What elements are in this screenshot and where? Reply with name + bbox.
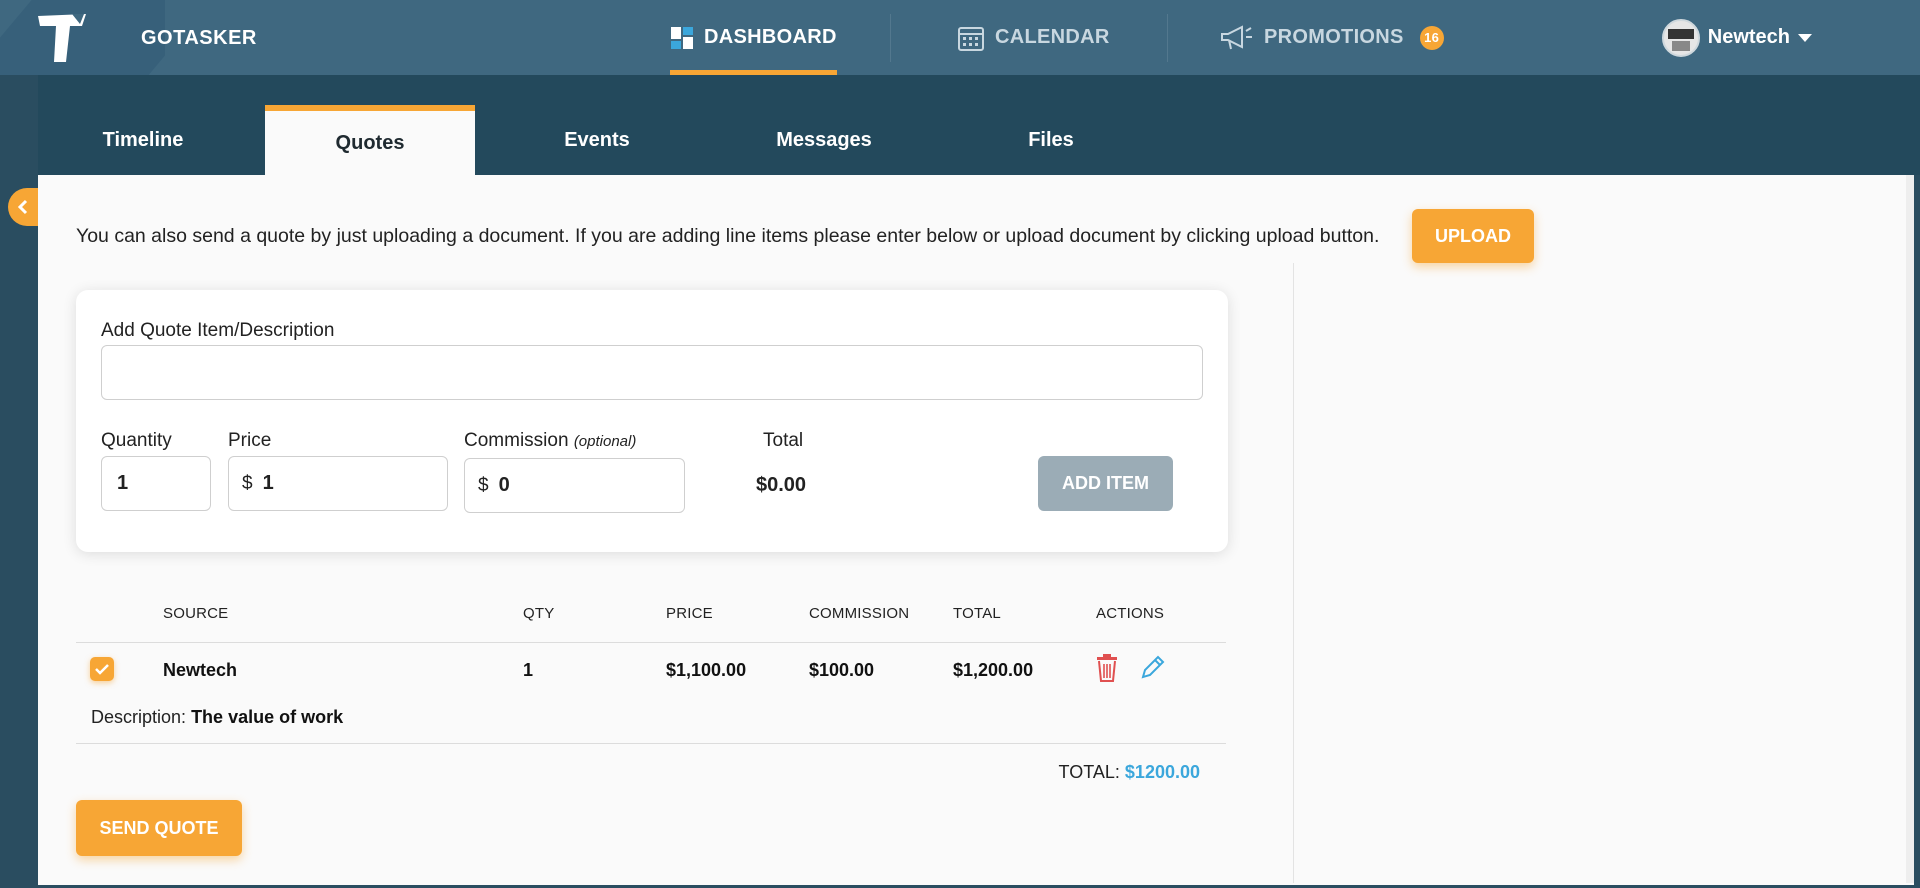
- promotions-count-badge: 16: [1419, 25, 1444, 50]
- top-nav: GOTASKER DASHBOARD CALENDAR PROMOTIONS 1…: [0, 0, 1920, 75]
- commission-value: 0: [498, 474, 510, 496]
- grand-total: TOTAL: $1200.00: [1059, 762, 1200, 783]
- row-total: $1,200.00: [953, 660, 1034, 680]
- nav-promotions-label: PROMOTIONS: [1264, 26, 1404, 48]
- nav-divider: [890, 14, 891, 62]
- tab-timeline[interactable]: Timeline: [38, 105, 248, 175]
- scrollbar[interactable]: [1906, 175, 1914, 883]
- commission-currency: $: [478, 474, 489, 496]
- nav-dashboard-label: DASHBOARD: [704, 26, 837, 48]
- user-name: Newtech: [1707, 26, 1790, 48]
- chevron-down-icon: [1798, 33, 1812, 42]
- col-header-qty: QTY: [523, 605, 555, 622]
- item-description-label: Add Quote Item/Description: [101, 320, 335, 341]
- tab-messages[interactable]: Messages: [719, 105, 929, 175]
- brand-name: GOTASKER: [141, 27, 257, 49]
- tab-files[interactable]: Files: [946, 105, 1156, 175]
- chevron-left-icon: [17, 199, 28, 215]
- commission-optional-hint: (optional): [573, 433, 637, 450]
- quantity-input[interactable]: 1: [101, 456, 211, 511]
- row-commission: $100.00: [809, 660, 875, 680]
- nav-calendar[interactable]: CALENDAR: [957, 0, 1110, 75]
- price-label: Price: [228, 430, 272, 451]
- price-value: 1: [262, 472, 274, 494]
- divider: [1293, 263, 1294, 883]
- col-header-actions: ACTIONS: [1096, 605, 1165, 622]
- col-header-commission: COMMISSION: [809, 605, 910, 622]
- edit-pencil-icon[interactable]: [1139, 653, 1165, 683]
- user-menu[interactable]: Newtech: [1661, 0, 1812, 75]
- grand-total-label: TOTAL:: [1058, 762, 1120, 782]
- row-description-label: Description:: [91, 707, 187, 727]
- avatar: [1661, 18, 1700, 57]
- divider: [76, 642, 1226, 643]
- price-input[interactable]: $ 1: [228, 456, 448, 511]
- quantity-value: 1: [117, 472, 129, 494]
- row-source: Newtech: [163, 660, 238, 680]
- col-header-price: PRICE: [666, 605, 713, 622]
- collapse-sidebar-button[interactable]: [8, 188, 38, 226]
- trash-icon[interactable]: [1094, 653, 1120, 683]
- gotasker-logo-icon: [38, 14, 86, 62]
- commission-label: Commission (optional): [464, 430, 636, 452]
- item-description-input[interactable]: [101, 345, 1203, 400]
- upload-button[interactable]: UPLOAD: [1412, 209, 1534, 263]
- nav-calendar-label: CALENDAR: [995, 26, 1110, 48]
- divider: [76, 743, 1226, 744]
- commission-input[interactable]: $ 0: [464, 458, 685, 513]
- col-header-source: SOURCE: [163, 605, 229, 622]
- calendar-icon: [958, 26, 984, 51]
- add-item-button[interactable]: ADD ITEM: [1038, 456, 1173, 511]
- upload-instructions: You can also send a quote by just upload…: [76, 225, 1380, 247]
- tab-quotes[interactable]: Quotes: [265, 105, 475, 175]
- row-qty: 1: [523, 660, 534, 680]
- megaphone-icon: [1221, 24, 1252, 49]
- row-price: $1,100.00: [666, 660, 747, 680]
- tab-bar: Timeline Quotes Events Messages Files: [38, 75, 1920, 175]
- nav-dashboard[interactable]: DASHBOARD: [670, 0, 837, 75]
- checkmark-icon: [95, 664, 109, 675]
- add-quote-item-card: Add Quote Item/Description Quantity 1 Pr…: [76, 290, 1228, 552]
- col-header-total: TOTAL: [953, 605, 1001, 622]
- row-select-checkbox[interactable]: [90, 657, 114, 681]
- tab-events[interactable]: Events: [492, 105, 702, 175]
- left-sidebar-rail: [0, 75, 38, 888]
- nav-promotions[interactable]: PROMOTIONS 16: [1220, 0, 1444, 75]
- row-description-text: The value of work: [191, 707, 344, 727]
- price-currency: $: [242, 472, 253, 494]
- grand-total-value: $1200.00: [1124, 762, 1200, 782]
- send-quote-button[interactable]: SEND QUOTE: [76, 800, 242, 856]
- nav-divider: [1167, 14, 1168, 62]
- row-description: Description: The value of work: [91, 707, 343, 728]
- commission-label-text: Commission: [464, 430, 569, 451]
- total-label: Total: [763, 430, 804, 451]
- dashboard-icon: [671, 26, 693, 49]
- line-total-value: $0.00: [756, 474, 807, 496]
- quantity-label: Quantity: [101, 430, 172, 451]
- quotes-panel: You can also send a quote by just upload…: [38, 175, 1914, 885]
